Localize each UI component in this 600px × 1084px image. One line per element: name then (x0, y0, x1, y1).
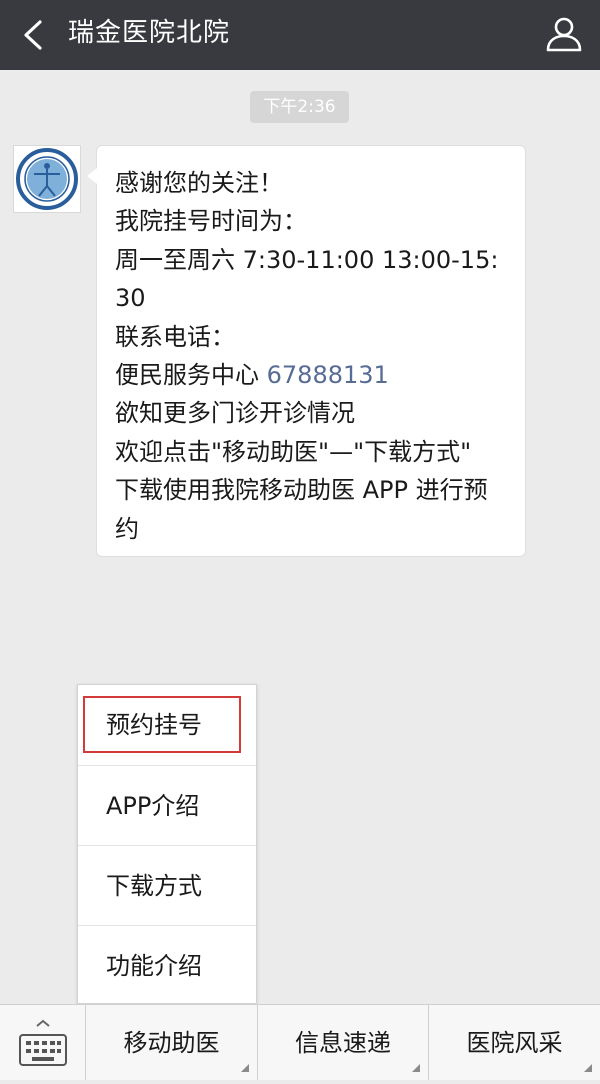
submenu-popup: 预约挂号 APP介绍 下载方式 功能介绍 (77, 684, 257, 1004)
message-line: 感谢您的关注！ (115, 169, 283, 197)
message-line: 联系电话： (115, 322, 235, 351)
submenu-indicator-icon (584, 1064, 592, 1072)
message-line: 便民服务中心 67888131 (115, 356, 511, 394)
page-title: 瑞金医院北院 (68, 18, 231, 48)
phone-link[interactable]: 67888131 (267, 361, 389, 389)
chevron-left-icon (24, 20, 42, 50)
tab-label: 移动助医 (123, 1029, 220, 1057)
hospital-avatar[interactable] (13, 145, 81, 213)
message-line: 30 (115, 284, 146, 313)
message-timestamp: 下午2:36 (250, 91, 349, 123)
top-bar: 瑞金医院北院 (0, 0, 600, 70)
keyboard-toggle-button[interactable] (0, 1005, 86, 1080)
message-line: 我院挂号时间为： (115, 207, 307, 236)
message-line: 下载使用我院移动助医 APP 进行预 (115, 476, 488, 505)
back-button[interactable] (14, 14, 54, 56)
tab-hospital-style[interactable]: 医院风采 (429, 1005, 600, 1080)
message-line: 周一至周六 7:30-11:00 13:00-15: (115, 245, 499, 274)
menu-item-download[interactable]: 下载方式 (78, 845, 256, 925)
message-line: 欢迎点击"移动助医"—"下载方式" (115, 437, 472, 466)
tab-label: 信息速递 (295, 1029, 391, 1057)
menu-item-app-intro[interactable]: APP介绍 (78, 765, 256, 845)
hospital-logo (16, 148, 78, 210)
menu-item-features[interactable]: 功能介绍 (78, 925, 256, 1005)
message-line: 约 (115, 514, 139, 543)
tab-label: 医院风采 (466, 1029, 563, 1057)
service-center-label: 便民服务中心 (115, 361, 259, 390)
tab-news[interactable]: 信息速递 (258, 1005, 429, 1080)
user-icon (546, 17, 582, 52)
menu-item-appointment[interactable]: 预约挂号 (78, 685, 256, 765)
message-bubble: 感谢您的关注！ 我院挂号时间为： 周一至周六 7:30-11:00 13:00-… (87, 145, 526, 557)
message-line: 欲知更多门诊开诊情况 (115, 399, 355, 428)
bottom-menu-bar: 移动助医 信息速递 医院风采 (0, 1004, 600, 1080)
submenu-indicator-icon (412, 1064, 420, 1072)
profile-button[interactable] (542, 12, 586, 56)
keyboard-icon (19, 1019, 67, 1066)
submenu-indicator-icon (241, 1064, 249, 1072)
tab-mobile-assist[interactable]: 移动助医 (86, 1005, 258, 1080)
